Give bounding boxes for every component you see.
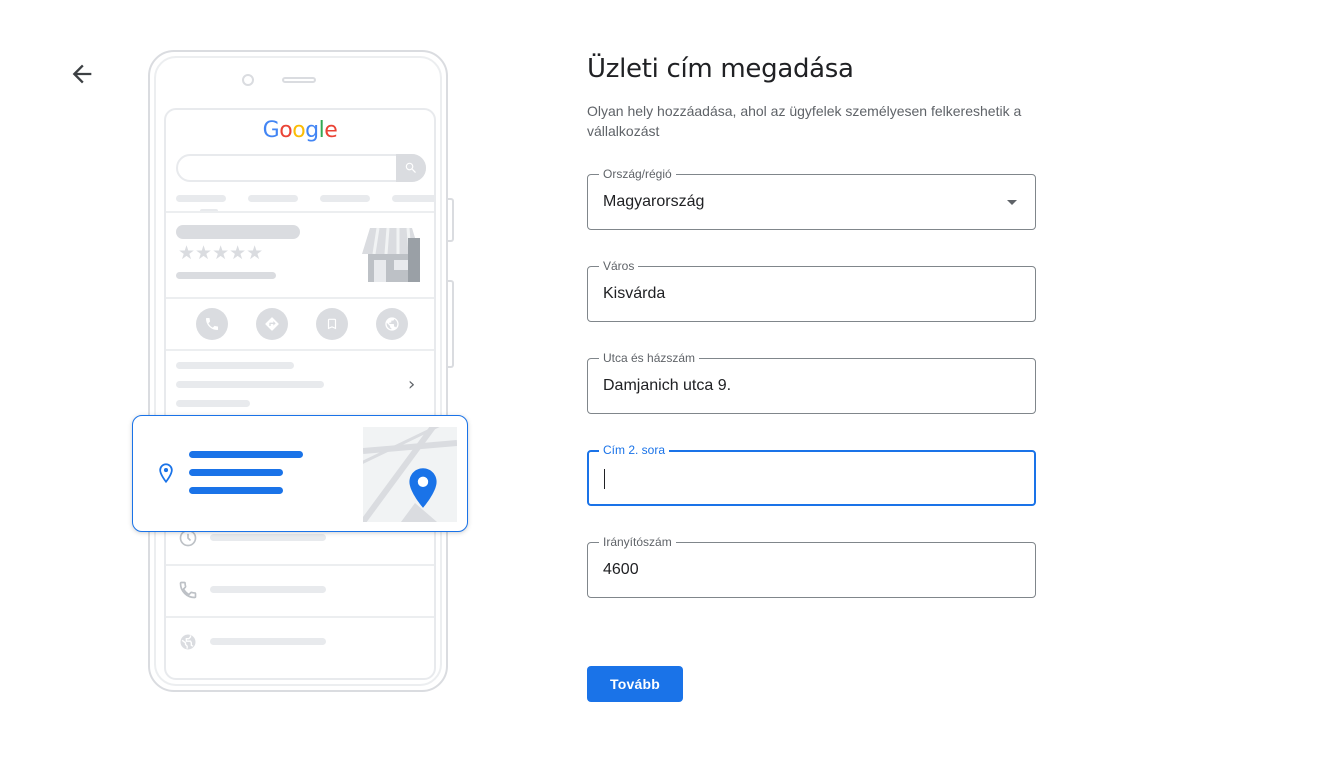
placeholder-bar: [176, 400, 250, 407]
map-thumbnail: [363, 427, 457, 522]
country-label: Ország/régió: [599, 166, 676, 182]
placeholder-bar: [176, 362, 294, 369]
placeholder-bar: [176, 381, 324, 388]
postal-code-value: 4600: [603, 561, 639, 578]
page-subtitle: Olyan hely hozzáadása, ahol az ügyfelek …: [587, 103, 1022, 139]
divider: [166, 349, 434, 351]
phone-icon: [179, 581, 197, 599]
street-address-field[interactable]: Utca és házszám Damjanich utca 9.: [587, 350, 1036, 414]
phone-camera: [242, 74, 254, 86]
placeholder-title-bar: [176, 225, 300, 239]
directions-icon: [256, 308, 288, 340]
phone-screen: Google ★★★★★ ›: [164, 108, 436, 680]
placeholder-bar: [210, 586, 326, 593]
chevron-right-icon: ›: [408, 374, 416, 395]
placeholder-bar: [320, 195, 370, 202]
placeholder-bar: [176, 272, 276, 279]
street-address-label: Utca és házszám: [599, 350, 700, 366]
search-bar-illustration: [176, 154, 426, 182]
arrow-back-icon: [72, 64, 92, 84]
city-label: Város: [599, 258, 639, 274]
map-pin-icon: [409, 468, 437, 508]
postal-code-label: Irányítószám: [599, 534, 676, 550]
globe-icon: [376, 308, 408, 340]
address-line-2-field[interactable]: Cím 2. sora: [587, 442, 1036, 506]
phone-speaker: [282, 77, 316, 83]
street-address-value: Damjanich utca 9.: [603, 377, 732, 394]
address-line-2-label: Cím 2. sora: [599, 442, 670, 458]
search-icon: [396, 154, 426, 182]
google-logo: Google: [262, 118, 338, 143]
phone-side-button: [448, 280, 454, 368]
placeholder-bar: [248, 195, 298, 202]
business-card-illustration: [132, 415, 468, 532]
divider: [166, 211, 434, 213]
phone-illustration: Google ★★★★★ ›: [148, 50, 454, 692]
divider: [166, 616, 434, 618]
placeholder-bar: [210, 534, 326, 541]
card-line: [189, 451, 303, 458]
postal-code-field[interactable]: Irányítószám 4600: [587, 534, 1036, 598]
back-button[interactable]: [68, 60, 96, 88]
card-line: [189, 487, 283, 494]
country-value: Magyarország: [603, 193, 705, 210]
city-value: Kisvárda: [603, 285, 666, 302]
country-select[interactable]: Ország/régió Magyarország: [587, 166, 1036, 230]
phone-icon: [196, 308, 228, 340]
store-icon: [362, 227, 420, 282]
next-button[interactable]: Tovább: [587, 666, 683, 702]
divider: [166, 564, 434, 566]
rating-stars: ★★★★★: [178, 242, 264, 264]
globe-icon: [180, 634, 196, 650]
location-pin-icon: [159, 463, 173, 483]
dropdown-arrow-icon: [1007, 200, 1017, 205]
placeholder-bar: [176, 195, 226, 202]
phone-side-button: [448, 198, 454, 242]
page-title: Üzleti cím megadása: [587, 54, 854, 84]
card-line: [189, 469, 283, 476]
placeholder-bar: [210, 638, 326, 645]
text-cursor: [604, 469, 605, 489]
bookmark-icon: [316, 308, 348, 340]
divider: [166, 297, 434, 299]
placeholder-bar: [392, 195, 434, 202]
city-field[interactable]: Város Kisvárda: [587, 258, 1036, 322]
